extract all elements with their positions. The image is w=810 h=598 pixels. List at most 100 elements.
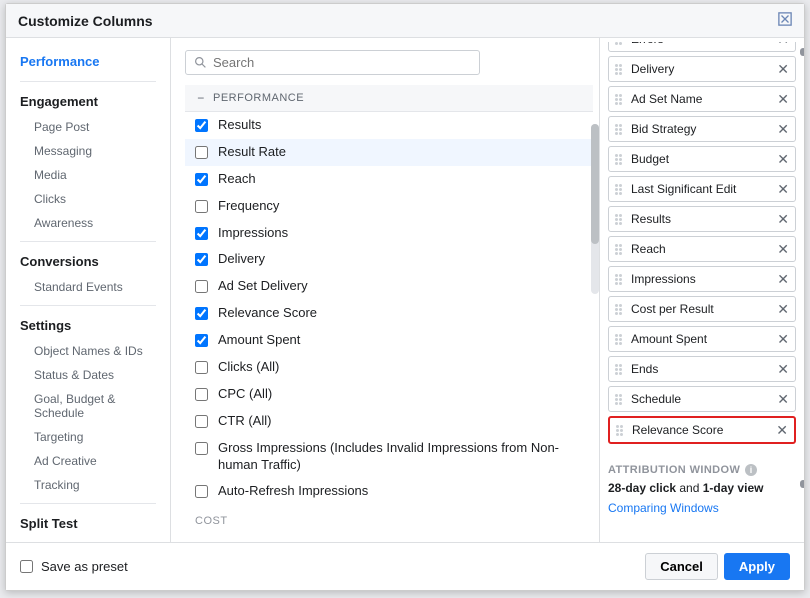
search-input-wrap[interactable] (185, 50, 480, 75)
save-as-preset[interactable]: Save as preset (20, 559, 128, 574)
sidebar-item[interactable]: Targeting (6, 425, 170, 449)
selected-column-chip[interactable]: Delivery✕ (608, 56, 796, 82)
drag-handle-icon[interactable] (615, 364, 625, 375)
remove-icon[interactable]: ✕ (777, 302, 789, 316)
sidebar-item[interactable]: Clicks (6, 187, 170, 211)
sidebar-item[interactable]: Media (6, 163, 170, 187)
metric-checkbox[interactable] (195, 119, 208, 132)
selected-column-chip[interactable]: Errors✕ (608, 42, 796, 52)
sidebar-item[interactable]: Messaging (6, 139, 170, 163)
selected-column-chip[interactable]: Amount Spent✕ (608, 326, 796, 352)
drag-handle-icon[interactable] (615, 154, 625, 165)
remove-icon[interactable]: ✕ (777, 122, 789, 136)
collapse-icon[interactable]: − (195, 91, 207, 105)
remove-icon[interactable]: ✕ (777, 182, 789, 196)
sidebar-item[interactable]: Ad Creative (6, 449, 170, 473)
drag-handle-icon[interactable] (615, 334, 625, 345)
selected-column-chip[interactable]: Last Significant Edit✕ (608, 176, 796, 202)
metric-checkbox[interactable] (195, 442, 208, 455)
section-header[interactable]: −PERFORMANCE (185, 85, 593, 112)
drag-handle-icon[interactable] (615, 94, 625, 105)
remove-icon[interactable]: ✕ (777, 272, 789, 286)
remove-icon[interactable]: ✕ (777, 332, 789, 346)
metric-checkbox[interactable] (195, 485, 208, 498)
drag-handle-icon[interactable] (615, 64, 625, 75)
selected-column-chip[interactable]: Bid Strategy✕ (608, 116, 796, 142)
apply-button[interactable]: Apply (724, 553, 790, 580)
metric-row[interactable]: CTR (All) (185, 408, 593, 435)
metric-row[interactable]: Clicks (All) (185, 354, 593, 381)
close-icon[interactable] (778, 12, 792, 29)
metric-checkbox[interactable] (195, 146, 208, 159)
sidebar-item[interactable]: Tracking (6, 473, 170, 497)
selected-column-chip[interactable]: Relevance Score✕ (608, 416, 796, 444)
sidebar-category[interactable]: Split Test (6, 510, 170, 537)
sidebar-item[interactable]: Object Names & IDs (6, 339, 170, 363)
cancel-button[interactable]: Cancel (645, 553, 718, 580)
drag-handle-icon[interactable] (615, 304, 625, 315)
metric-checkbox[interactable] (195, 173, 208, 186)
right-scrollbar[interactable] (798, 38, 804, 498)
metric-row[interactable]: Impressions (185, 220, 593, 247)
selected-column-chip[interactable]: Cost per Result✕ (608, 296, 796, 322)
remove-icon[interactable]: ✕ (777, 242, 789, 256)
remove-icon[interactable]: ✕ (776, 423, 788, 437)
metric-checkbox[interactable] (195, 361, 208, 374)
sidebar-category[interactable]: Conversions (6, 248, 170, 275)
metric-checkbox[interactable] (195, 334, 208, 347)
save-preset-checkbox[interactable] (20, 560, 33, 573)
remove-icon[interactable]: ✕ (777, 212, 789, 226)
comparing-windows-link[interactable]: Comparing Windows (608, 501, 796, 515)
metric-row[interactable]: Gross Impressions (Includes Invalid Impr… (185, 435, 593, 479)
sidebar-item[interactable]: Standard Events (6, 275, 170, 299)
metric-checkbox[interactable] (195, 253, 208, 266)
drag-handle-icon[interactable] (616, 425, 626, 436)
metric-checkbox[interactable] (195, 200, 208, 213)
metric-row[interactable]: Reach (185, 166, 593, 193)
selected-column-chip[interactable]: Ends✕ (608, 356, 796, 382)
selected-column-chip[interactable]: Schedule✕ (608, 386, 796, 412)
metric-row[interactable]: Result Rate (185, 139, 593, 166)
sidebar-item[interactable]: Status & Dates (6, 363, 170, 387)
selected-column-chip[interactable]: Budget✕ (608, 146, 796, 172)
drag-handle-icon[interactable] (615, 214, 625, 225)
sidebar-category[interactable]: Settings (6, 312, 170, 339)
drag-handle-icon[interactable] (615, 244, 625, 255)
metric-row[interactable]: Frequency (185, 193, 593, 220)
metric-checkbox[interactable] (195, 415, 208, 428)
remove-icon[interactable]: ✕ (777, 42, 789, 46)
sidebar-item[interactable]: Goal, Budget & Schedule (6, 387, 170, 425)
metric-row[interactable]: Delivery (185, 246, 593, 273)
metric-row[interactable]: Auto-Refresh Impressions (185, 478, 593, 505)
search-input[interactable] (213, 55, 471, 70)
info-icon[interactable]: i (745, 464, 757, 476)
metric-row[interactable]: CPC (All) (185, 381, 593, 408)
remove-icon[interactable]: ✕ (777, 152, 789, 166)
drag-handle-icon[interactable] (615, 42, 625, 45)
metric-row[interactable]: Amount Spent (185, 327, 593, 354)
selected-column-chip[interactable]: Reach✕ (608, 236, 796, 262)
selected-column-chip[interactable]: Results✕ (608, 206, 796, 232)
remove-icon[interactable]: ✕ (777, 362, 789, 376)
metric-row[interactable]: Relevance Score (185, 300, 593, 327)
sidebar-item[interactable]: Awareness (6, 211, 170, 235)
drag-handle-icon[interactable] (615, 274, 625, 285)
metric-checkbox[interactable] (195, 227, 208, 240)
metric-row[interactable]: Ad Set Delivery (185, 273, 593, 300)
sidebar-category[interactable]: Performance (6, 48, 170, 75)
metric-checkbox[interactable] (195, 307, 208, 320)
sidebar-category[interactable]: Engagement (6, 88, 170, 115)
metric-row[interactable]: Results (185, 112, 593, 139)
remove-icon[interactable]: ✕ (777, 392, 789, 406)
scrollbar[interactable] (591, 124, 599, 294)
drag-handle-icon[interactable] (615, 184, 625, 195)
selected-column-chip[interactable]: Ad Set Name✕ (608, 86, 796, 112)
sidebar-item[interactable]: Page Post (6, 115, 170, 139)
metric-checkbox[interactable] (195, 388, 208, 401)
metric-checkbox[interactable] (195, 280, 208, 293)
metrics-list[interactable]: −PERFORMANCEResultsResult RateReachFrequ… (185, 85, 593, 530)
drag-handle-icon[interactable] (615, 394, 625, 405)
remove-icon[interactable]: ✕ (777, 62, 789, 76)
drag-handle-icon[interactable] (615, 124, 625, 135)
selected-column-chip[interactable]: Impressions✕ (608, 266, 796, 292)
